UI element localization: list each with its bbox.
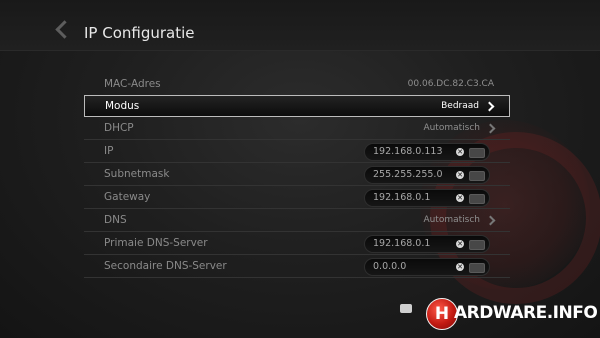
keyboard-icon[interactable]	[469, 263, 485, 273]
row-dhcp[interactable]: DHCP Automatisch	[84, 117, 510, 140]
gateway-field[interactable]: 192.168.0.1 ✕	[364, 189, 490, 207]
clear-icon[interactable]: ✕	[456, 240, 464, 248]
row-mac-address: MAC-Adres 00.06.DC.82.C3.CA	[84, 73, 510, 96]
row-label: Modus	[105, 100, 140, 112]
row-value: 00.06.DC.82.C3.CA	[407, 79, 494, 89]
row-label: Gateway	[104, 191, 151, 203]
field-value: 255.255.255.0	[373, 169, 443, 180]
row-value: Bedraad	[441, 101, 479, 111]
clear-icon[interactable]: ✕	[456, 263, 464, 271]
clear-icon[interactable]: ✕	[456, 194, 464, 202]
row-primary-dns: Primaie DNS-Server 192.168.0.1 ✕	[84, 232, 510, 255]
row-label: Primaie DNS-Server	[104, 237, 208, 249]
field-value: 192.168.0.1	[373, 238, 431, 249]
clear-icon[interactable]: ✕	[456, 171, 464, 179]
settings-list: MAC-Adres 00.06.DC.82.C3.CA Modus Bedraa…	[84, 73, 510, 278]
row-label: MAC-Adres	[104, 78, 161, 90]
row-value: Automatisch	[423, 215, 480, 225]
chevron-right-icon	[485, 215, 496, 226]
logo-letter: H	[434, 304, 450, 324]
row-ip: IP 192.168.0.113 ✕	[84, 140, 510, 163]
keyboard-icon[interactable]	[469, 148, 485, 158]
row-secondary-dns: Secondaire DNS-Server 0.0.0.0 ✕	[84, 255, 510, 278]
keyboard-icon[interactable]	[469, 240, 485, 250]
hardware-info-logo: H ARDWARE.INFO	[426, 298, 598, 330]
keyboard-icon[interactable]	[469, 194, 485, 204]
field-value: 0.0.0.0	[373, 261, 407, 272]
remote-button-icon	[400, 304, 412, 313]
chevron-right-icon	[484, 101, 495, 112]
ip-field[interactable]: 192.168.0.113 ✕	[364, 143, 490, 161]
row-label: IP	[104, 145, 114, 157]
page-title: IP Configuratie	[84, 24, 195, 42]
row-label: DHCP	[104, 122, 134, 134]
row-dns[interactable]: DNS Automatisch	[84, 209, 510, 232]
row-subnetmask: Subnetmask 255.255.255.0 ✕	[84, 163, 510, 186]
row-value: Automatisch	[423, 123, 480, 133]
primary-dns-field[interactable]: 192.168.0.1 ✕	[364, 235, 490, 253]
row-label: Secondaire DNS-Server	[104, 260, 227, 272]
subnetmask-field[interactable]: 255.255.255.0 ✕	[364, 166, 490, 184]
secondary-dns-field[interactable]: 0.0.0.0 ✕	[364, 258, 490, 276]
field-value: 192.168.0.1	[373, 192, 431, 203]
row-modus[interactable]: Modus Bedraad	[84, 95, 510, 117]
logo-text: ARDWARE.INFO	[454, 303, 598, 323]
clear-icon[interactable]: ✕	[456, 148, 464, 156]
row-label: Subnetmask	[104, 168, 170, 180]
back-arrow-icon[interactable]	[55, 20, 74, 39]
chevron-right-icon	[485, 123, 496, 134]
row-gateway: Gateway 192.168.0.1 ✕	[84, 186, 510, 209]
row-label: DNS	[104, 214, 127, 226]
header-bar: IP Configuratie	[0, 0, 600, 51]
field-value: 192.168.0.113	[373, 146, 443, 157]
keyboard-icon[interactable]	[469, 171, 485, 181]
